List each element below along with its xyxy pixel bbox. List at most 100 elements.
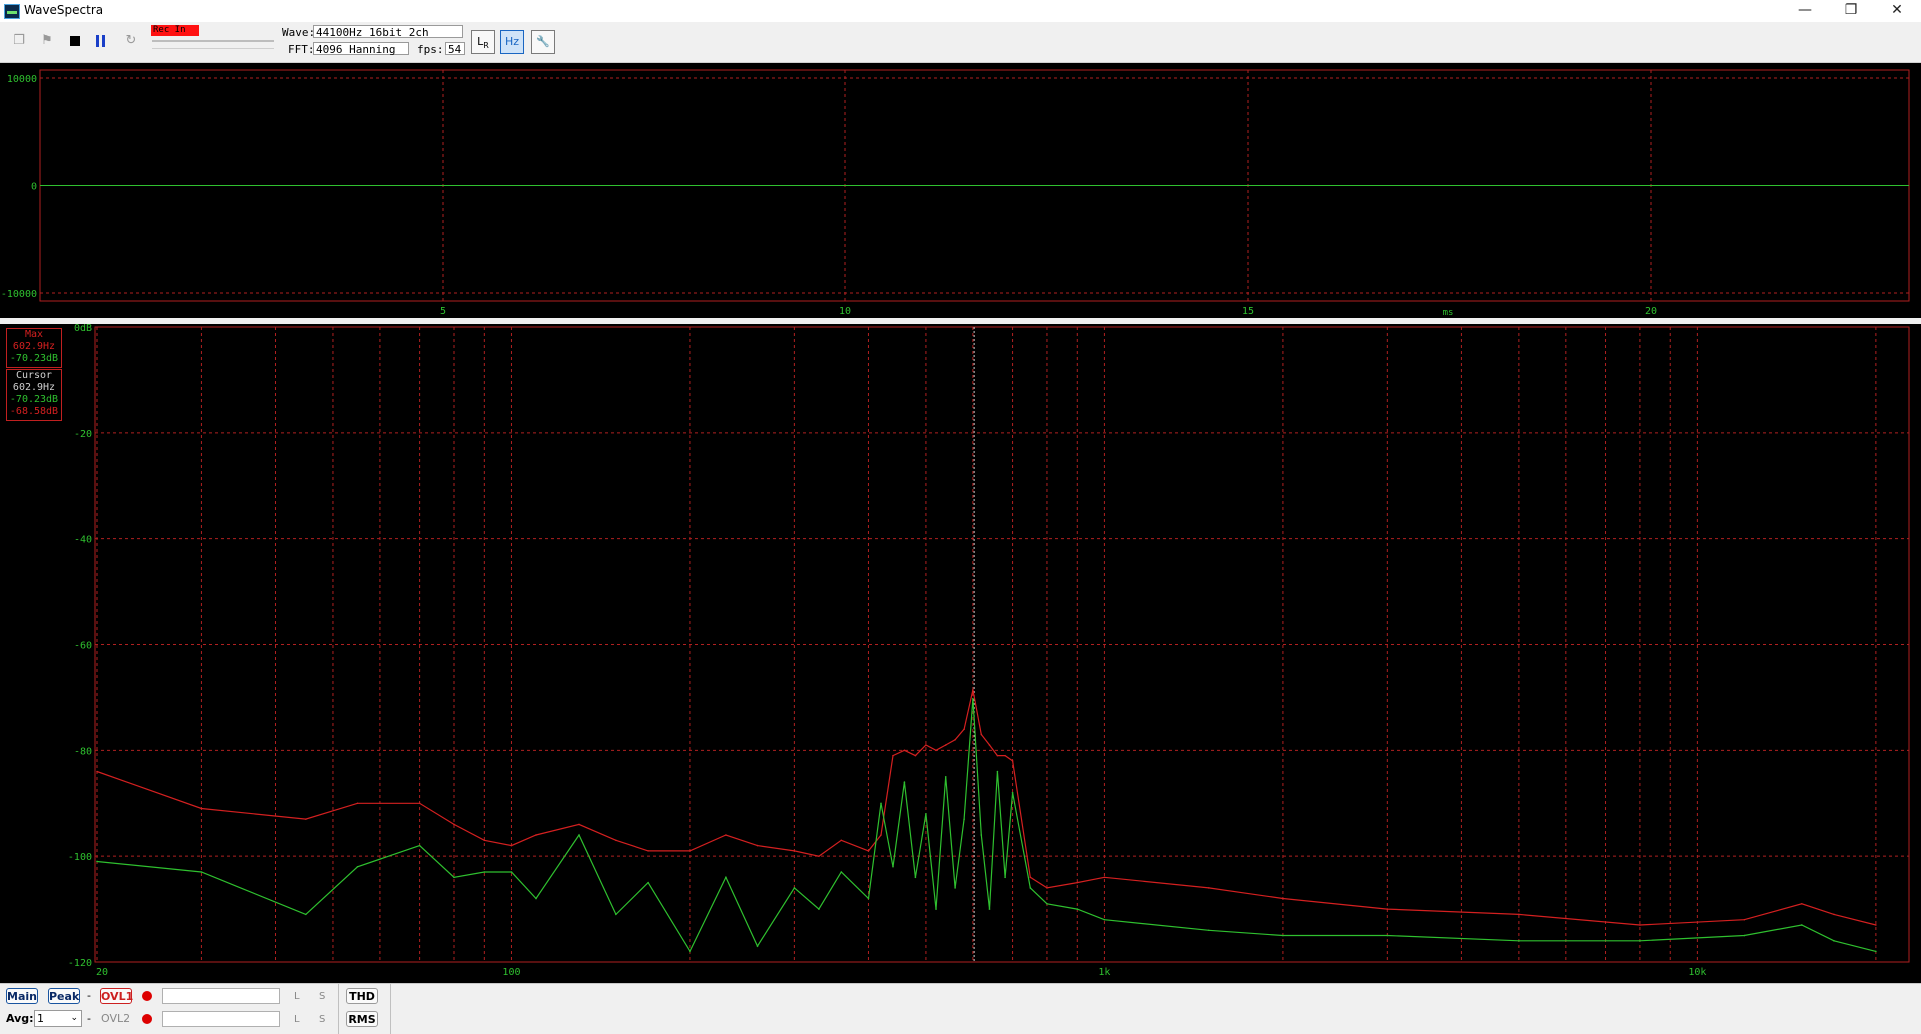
pause-icon[interactable]: [90, 30, 112, 52]
spectrum-series-left-point: [647, 881, 649, 884]
spectrum-series-left-point: [1639, 940, 1641, 942]
spectrum-series-right-point: [914, 754, 917, 757]
spectrum-series-left-point: [867, 897, 870, 900]
spectrum-series-left-point: [615, 913, 617, 916]
refresh-icon[interactable]: ↻: [120, 30, 142, 52]
record-dot-icon-2[interactable]: [142, 1014, 152, 1024]
close-button[interactable]: ✕: [1874, 0, 1920, 22]
spectrum-series-right-point: [305, 818, 307, 820]
spectrum-series-right-point: [96, 770, 98, 773]
fft-setting-field[interactable]: 4096 Hanning: [313, 42, 409, 56]
stop-icon[interactable]: [64, 30, 86, 52]
thd-button[interactable]: THD: [346, 988, 378, 1004]
input-level-bar[interactable]: [152, 40, 274, 42]
spectrum-y-tick-label: -20: [74, 429, 92, 440]
hz-scale-icon[interactable]: Hz: [500, 30, 524, 54]
spectrum-series-left-point: [510, 871, 513, 873]
spectrum-series-left-point: [725, 876, 727, 879]
spectrum-series-left-point: [356, 865, 359, 868]
wave-format-field: 44100Hz 16bit 2ch: [313, 25, 463, 39]
rec-in-indicator[interactable]: Rec In: [151, 25, 199, 36]
spectrum-series-left-point: [1282, 934, 1284, 937]
title-bar: WaveSpectra — ❐ ✕: [0, 0, 1921, 22]
wrench-icon[interactable]: 🔧: [531, 30, 555, 54]
spectrum-series-right-point: [647, 850, 649, 852]
lr-channel-icon[interactable]: LR: [471, 30, 495, 54]
spectrum-series-left-point: [1076, 908, 1079, 910]
separator-1: [338, 984, 339, 1034]
avg-select[interactable]: 1 ⌄: [34, 1010, 82, 1027]
cursor-db-left: -70.23dB: [9, 394, 59, 405]
ovl1-indicator[interactable]: OVL1: [100, 988, 133, 1004]
ovl2-indicator[interactable]: OVL2: [101, 1012, 130, 1025]
spectrum-x-tick-label: 100: [502, 967, 520, 978]
spectrum-series-left-point: [1386, 934, 1389, 937]
spectrum-y-tick-label: -40: [74, 535, 92, 546]
flag-icon[interactable]: ⚑: [36, 30, 58, 52]
spectrum-x-tick-label: 20: [96, 967, 108, 978]
spectrum-series-right-point: [988, 744, 991, 746]
spectrum-series-left-point: [483, 871, 486, 873]
spectrum-series-right-point: [1029, 876, 1032, 879]
spectrum-panel[interactable]: 0dB -20 -40 -60 -80 -100 -120 20 100 1k 10k Max 60…: [0, 323, 1921, 983]
main-button[interactable]: Main: [6, 988, 38, 1004]
spectrum-series-left-point: [793, 887, 796, 889]
wave-x-unit-label: ms: [1443, 308, 1454, 318]
spectrum-series-right-point: [1386, 908, 1389, 910]
spectrum-series-right-point: [1004, 754, 1006, 757]
spectrum-series-left-point: [972, 697, 974, 700]
spectrum-series-right-point: [535, 834, 537, 836]
spectrum-plot[interactable]: 0dB -20 -40 -60 -80 -100 -120 20 100 1k 10k: [0, 323, 1921, 983]
copy-icon[interactable]: ❐: [8, 30, 30, 52]
separator-2: [390, 984, 391, 1034]
spectrum-series-right-point: [935, 749, 937, 752]
spectrum-series-left-point: [453, 876, 455, 879]
spectrum-series-left-point: [840, 871, 843, 873]
max-legend: Max 602.9Hz -70.23dB: [6, 328, 62, 368]
restore-button[interactable]: ❐: [1828, 0, 1874, 22]
spectrum-series-left-point: [1743, 934, 1746, 937]
spectrum-series-left: [96, 698, 1877, 953]
spectrum-series-right-point: [689, 850, 691, 852]
wave-label: Wave:: [282, 26, 316, 39]
spectrum-series-left-point: [1875, 950, 1877, 953]
rms-button[interactable]: RMS: [346, 1011, 378, 1027]
spectrum-series-left-point: [935, 908, 937, 910]
waveform-plot[interactable]: 5 10 15 20 10000 0 -10000 ms: [0, 63, 1921, 318]
peak-button[interactable]: Peak: [48, 988, 80, 1004]
waveform-panel[interactable]: 5 10 15 20 10000 0 -10000 ms: [0, 63, 1921, 318]
avg-value: 1: [37, 1012, 44, 1025]
spectrum-series-left-point: [1004, 876, 1006, 879]
status-bar: Main Peak - OVL1 L S THD Avg: 1 ⌄ - OVL2…: [0, 983, 1921, 1034]
fft-label: FFT:: [288, 43, 315, 56]
spectrum-y-tick-label: -80: [74, 746, 92, 757]
max-title: Max: [24, 329, 44, 340]
spectrum-series-left-point: [880, 802, 882, 805]
spectrum-series-left-point: [96, 860, 98, 863]
cursor-db-right: -68.58dB: [9, 406, 59, 417]
cursor-freq: 602.9Hz: [12, 382, 56, 393]
minimize-button[interactable]: —: [1782, 0, 1828, 22]
spectrum-series-left-point: [418, 844, 421, 847]
avg-label: Avg:: [6, 1012, 34, 1025]
spectrum-series-right-point: [903, 749, 906, 752]
spectrum-series-right-point: [972, 689, 974, 691]
spectrum-series-left-point: [980, 834, 983, 836]
spectrum-series-right-point: [925, 744, 927, 746]
spectrum-series-right-point: [725, 834, 727, 836]
spectrum-series-right-point: [615, 839, 617, 842]
record-dot-icon[interactable]: [142, 991, 152, 1001]
spectrum-series-right-point: [954, 738, 956, 741]
spectrum-series-right-point: [818, 855, 820, 857]
spectrum-series-right-point: [1875, 924, 1877, 926]
spectrum-series-left-point: [1800, 924, 1803, 926]
max-freq: 602.9Hz: [12, 341, 56, 352]
wave-x-tick-label: 20: [1645, 306, 1657, 317]
s-label-1: S: [319, 991, 326, 1002]
spectrum-series-right-point: [418, 802, 421, 805]
spectrum-series-right-point: [793, 850, 796, 852]
spectrum-series-right-point: [1076, 881, 1079, 884]
spectrum-series-left-point: [689, 950, 691, 953]
wave-y-tick-label: -10000: [1, 289, 37, 300]
spectrum-series-right-point: [1833, 913, 1835, 916]
